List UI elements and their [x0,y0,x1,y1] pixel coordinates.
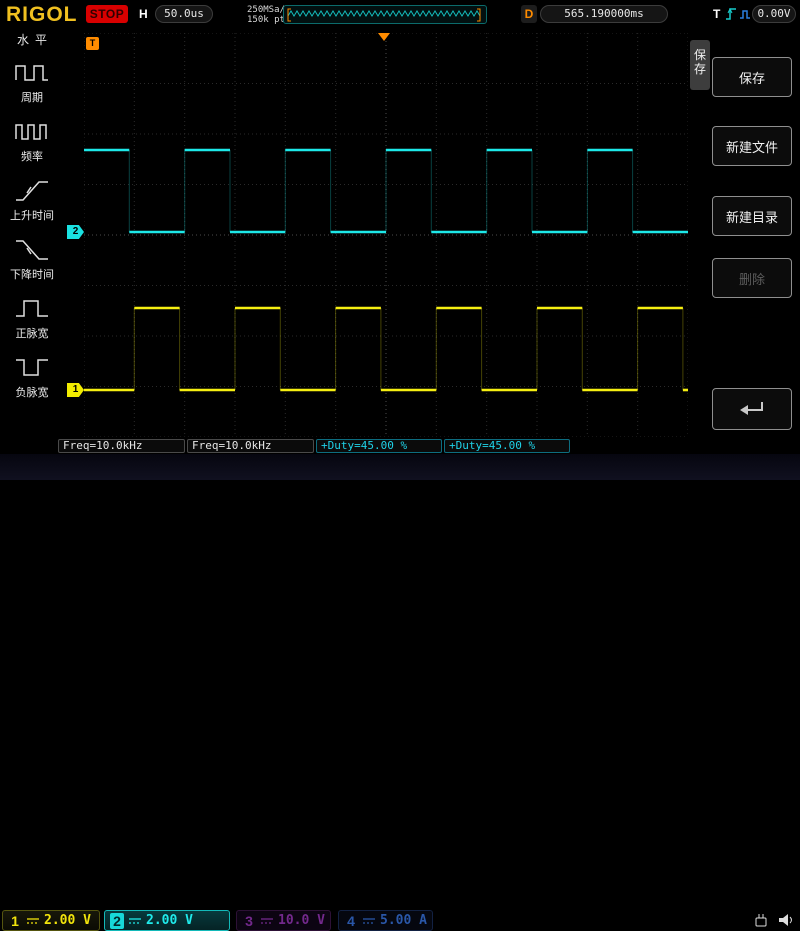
timebase-readout: 50.0us [155,5,213,23]
new-file-button[interactable]: 新建文件 [712,126,792,166]
measurement-duty-2: +Duty=45.00 % [444,439,570,453]
dc-coupling-icon [260,916,274,926]
channel-status-bar: 1 2.00 V 2 2.00 V 3 10.0 V 4 5.00 A [0,454,800,480]
delay-label: D [521,5,537,23]
measurement-freq-2: Freq=10.0kHz [187,439,314,453]
channel4-scale: 5.00 A [380,913,427,928]
trigger-level-readout: 0.00V [752,5,796,23]
sidebar-item-negative-pulse-width[interactable]: 负脉宽 [0,347,64,406]
fall-time-icon [14,236,50,264]
brand-logo: RIGOL [6,3,78,27]
channel4-number: 4 [344,913,358,929]
sidebar-item-period[interactable]: 周期 [0,52,64,111]
new-folder-button[interactable]: 新建目录 [712,196,792,236]
top-status-bar: RIGOL STOP H 50.0us 250MSa/s 150k pts D … [0,0,800,30]
channel2-status[interactable]: 2 2.00 V [104,910,230,931]
dc-coupling-icon [26,916,40,926]
left-menu-title: 水平 [0,30,64,52]
channel3-number: 3 [242,913,256,929]
sidebar-item-label: 周期 [21,89,43,105]
left-measure-menu: 水平 周期 频率 上升时间 下降时间 正脉宽 负脉宽 [0,30,64,454]
return-button[interactable] [712,388,792,430]
dc-coupling-icon [362,916,376,926]
delay-readout: 565.190000ms [540,5,668,23]
enter-arrow-icon [736,397,768,421]
sidebar-item-label: 正脉宽 [16,325,49,341]
trigger-position-marker[interactable] [378,33,390,41]
sidebar-item-label: 上升时间 [10,207,54,223]
speaker-icon [777,912,795,929]
channel1-number: 1 [8,913,22,929]
period-icon [14,59,50,87]
measurement-freq-1: Freq=10.0kHz [58,439,185,453]
measurement-duty-1: +Duty=45.00 % [316,439,442,453]
channel3-scale: 10.0 V [278,913,325,928]
memory-waveform-preview [283,5,487,24]
rise-time-icon [14,177,50,205]
run-state-badge: STOP [86,5,128,23]
channel1-offset-marker[interactable]: 1 [67,383,84,397]
channel3-status[interactable]: 3 10.0 V [236,910,331,931]
frequency-icon [14,118,50,146]
sidebar-item-label: 频率 [21,148,43,164]
trigger-source-icon [739,8,751,21]
save-button[interactable]: 保存 [712,57,792,97]
usb-icon [751,912,771,929]
waveform-display [84,33,688,437]
sidebar-item-positive-pulse-width[interactable]: 正脉宽 [0,288,64,347]
trigger-corner-label: T [86,37,99,50]
dc-coupling-icon [128,916,142,926]
memory-waveform-icon [284,6,486,23]
right-soft-menu: 保存 保存 新建文件 新建目录 删除 [688,30,800,454]
sidebar-item-frequency[interactable]: 频率 [0,111,64,170]
channel4-status[interactable]: 4 5.00 A [338,910,433,931]
trigger-slope-icon [725,6,737,22]
sidebar-item-fall-time[interactable]: 下降时间 [0,229,64,288]
positive-pulse-width-icon [14,295,50,323]
negative-pulse-width-icon [14,354,50,382]
sidebar-item-rise-time[interactable]: 上升时间 [0,170,64,229]
sidebar-item-label: 负脉宽 [16,384,49,400]
channel1-scale: 2.00 V [44,913,91,928]
channel2-number: 2 [110,913,124,929]
horizontal-label: H [139,7,148,21]
channel2-offset-marker[interactable]: 2 [67,225,84,239]
delete-button[interactable]: 删除 [712,258,792,298]
sidebar-item-label: 下降时间 [10,266,54,282]
channel1-status[interactable]: 1 2.00 V [2,910,100,931]
channel2-scale: 2.00 V [146,913,193,928]
menu-tab-save: 保存 [690,40,710,90]
trigger-label: T [713,7,720,21]
